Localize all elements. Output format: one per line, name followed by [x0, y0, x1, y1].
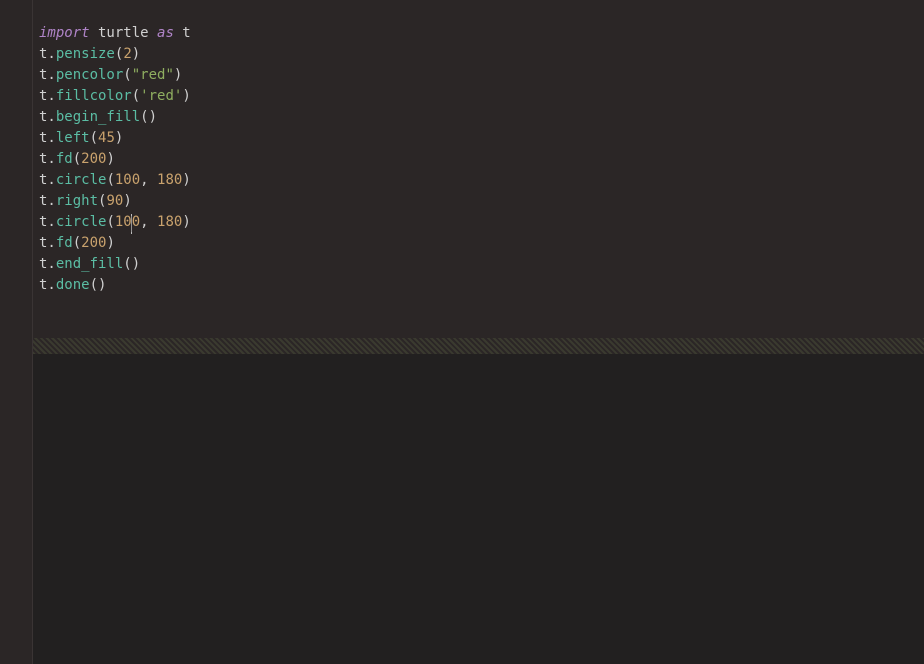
token-plain: t. [39, 151, 56, 167]
code-line[interactable]: t.begin_fill() [39, 107, 924, 128]
token-punct: () [123, 256, 140, 272]
code-column: import turtle as tt.pensize(2)t.pencolor… [33, 0, 924, 664]
token-func: end_fill [56, 256, 123, 272]
token-punct: ( [106, 172, 114, 188]
text-cursor [131, 214, 132, 234]
token-plain: turtle [90, 25, 157, 41]
token-punct: ( [123, 67, 131, 83]
token-num: 2 [123, 46, 131, 62]
token-num: 200 [81, 235, 106, 251]
token-func: fillcolor [56, 88, 132, 104]
token-plain: t. [39, 130, 56, 146]
token-plain: t. [39, 46, 56, 62]
token-punct: , [140, 172, 157, 188]
code-line[interactable]: t.right(90) [39, 191, 924, 212]
token-punct: ) [106, 235, 114, 251]
token-punct: ) [115, 130, 123, 146]
token-plain: t. [39, 172, 56, 188]
token-plain: t. [39, 88, 56, 104]
token-func: circle [56, 214, 107, 230]
token-punct: ( [132, 88, 140, 104]
token-punct: ) [182, 88, 190, 104]
token-punct: () [140, 109, 157, 125]
token-plain: t. [39, 214, 56, 230]
token-punct: ) [182, 214, 190, 230]
token-punct: ( [90, 130, 98, 146]
token-punct: , [140, 214, 157, 230]
token-punct: ( [73, 235, 81, 251]
token-punct: ) [123, 193, 131, 209]
token-punct: ) [174, 67, 182, 83]
token-punct: ( [106, 214, 114, 230]
gutter [0, 0, 33, 664]
code-line[interactable]: t.circle(100, 180) [39, 212, 924, 233]
code-area[interactable]: import turtle as tt.pensize(2)t.pencolor… [33, 0, 924, 334]
code-line[interactable]: t.pensize(2) [39, 44, 924, 65]
code-line[interactable]: t.end_fill() [39, 254, 924, 275]
token-punct: () [90, 277, 107, 293]
code-line[interactable]: t.circle(100, 180) [39, 170, 924, 191]
token-num: 100 [115, 214, 140, 230]
token-str: 'red' [140, 88, 182, 104]
code-editor[interactable]: import turtle as tt.pensize(2)t.pencolor… [0, 0, 924, 664]
token-kw: import [39, 25, 90, 41]
token-plain: t [174, 25, 191, 41]
code-line[interactable]: t.fd(200) [39, 149, 924, 170]
token-plain: t. [39, 193, 56, 209]
token-func: pensize [56, 46, 115, 62]
code-line[interactable]: t.left(45) [39, 128, 924, 149]
token-num: 100 [115, 172, 140, 188]
token-num: 90 [106, 193, 123, 209]
token-func: pencolor [56, 67, 123, 83]
token-kw: as [157, 25, 174, 41]
token-num: 180 [157, 172, 182, 188]
token-num: 45 [98, 130, 115, 146]
token-func: right [56, 193, 98, 209]
code-line[interactable]: t.done() [39, 275, 924, 296]
token-num: 200 [81, 151, 106, 167]
token-func: begin_fill [56, 109, 140, 125]
token-plain: t. [39, 256, 56, 272]
token-punct: ) [132, 46, 140, 62]
token-func: fd [56, 151, 73, 167]
token-str: "red" [132, 67, 174, 83]
empty-editor-region[interactable] [33, 354, 924, 664]
token-punct: ) [182, 172, 190, 188]
token-plain: t. [39, 109, 56, 125]
code-line[interactable]: t.pencolor("red") [39, 65, 924, 86]
token-func: left [56, 130, 90, 146]
token-plain: t. [39, 67, 56, 83]
token-func: done [56, 277, 90, 293]
end-of-code-hatch [33, 338, 924, 354]
code-line[interactable]: import turtle as t [39, 23, 924, 44]
token-num: 180 [157, 214, 182, 230]
token-plain: t. [39, 277, 56, 293]
code-line[interactable]: t.fd(200) [39, 233, 924, 254]
token-func: fd [56, 235, 73, 251]
token-plain: t. [39, 235, 56, 251]
token-punct: ( [73, 151, 81, 167]
code-line[interactable]: t.fillcolor('red') [39, 86, 924, 107]
token-func: circle [56, 172, 107, 188]
token-punct: ) [106, 151, 114, 167]
